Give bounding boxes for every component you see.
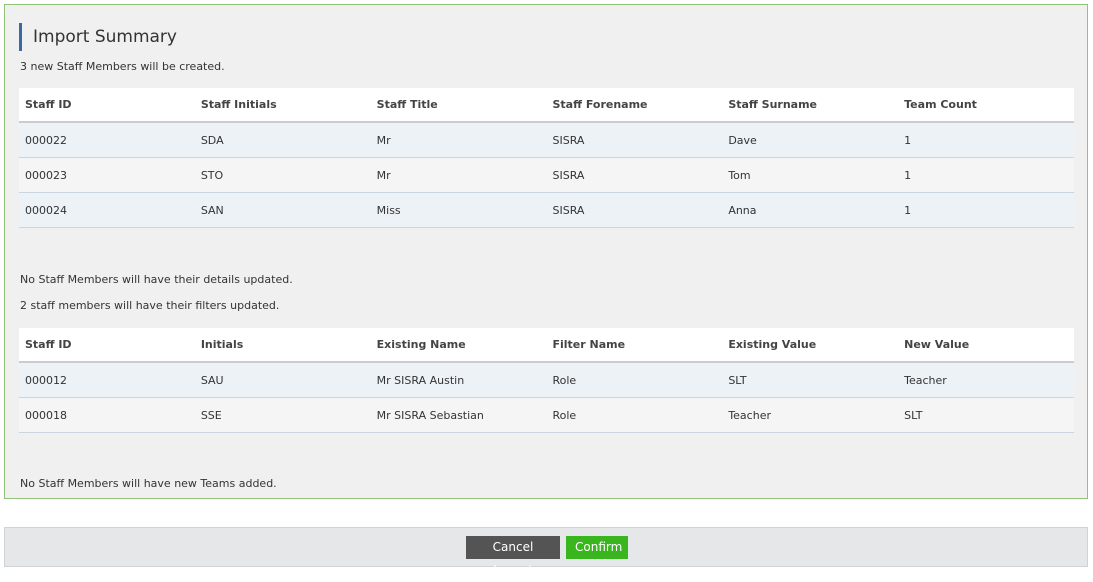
cell-initials: SAU: [194, 362, 371, 398]
new-staff-table: Staff ID Staff Initials Staff Title Staf…: [19, 88, 1074, 228]
cell-staff-forename: SISRA: [546, 122, 723, 158]
cell-existing-value: Teacher: [722, 397, 899, 433]
cell-staff-title: Mr: [370, 157, 547, 193]
cell-existing-name: Mr SISRA Sebastian: [370, 397, 547, 433]
table-row: 000018 SSE Mr SISRA Sebastian Role Teach…: [19, 397, 1074, 433]
table-row: 000022 SDA Mr SISRA Dave 1: [19, 122, 1074, 158]
table-row: 000024 SAN Miss SISRA Anna 1: [19, 192, 1074, 228]
cell-staff-forename: SISRA: [546, 192, 723, 228]
cell-staff-id: 000023: [19, 157, 195, 193]
cell-new-value: Teacher: [898, 362, 1074, 398]
column-header-staff-id[interactable]: Staff ID: [19, 88, 195, 123]
cell-filter-name: Role: [546, 362, 723, 398]
column-header-staff-forename[interactable]: Staff Forename: [546, 88, 723, 123]
action-bar: Cancel Import Confirm: [4, 527, 1088, 577]
cancel-import-button[interactable]: Cancel Import: [466, 536, 560, 577]
cell-staff-surname: Dave: [722, 122, 899, 158]
created-note: 3 new Staff Members will be created.: [20, 60, 225, 73]
column-header-existing-value[interactable]: Existing Value: [722, 328, 899, 363]
column-header-filter-name[interactable]: Filter Name: [546, 328, 723, 363]
cell-staff-id: 000024: [19, 192, 195, 228]
cell-staff-initials: STO: [194, 157, 371, 193]
column-header-existing-name[interactable]: Existing Name: [370, 328, 547, 363]
cell-staff-surname: Tom: [722, 157, 899, 193]
cell-staff-surname: Anna: [722, 192, 899, 228]
table-row: 000012 SAU Mr SISRA Austin Role SLT Teac…: [19, 362, 1074, 398]
cell-staff-title: Mr: [370, 122, 547, 158]
page-title: Import Summary: [19, 23, 177, 51]
cell-staff-id: 000022: [19, 122, 195, 158]
cell-staff-initials: SAN: [194, 192, 371, 228]
import-summary-panel: Import Summary 3 new Staff Members will …: [4, 4, 1088, 499]
cell-existing-value: SLT: [722, 362, 899, 398]
column-header-initials[interactable]: Initials: [194, 328, 371, 363]
cell-staff-forename: SISRA: [546, 157, 723, 193]
cell-staff-initials: SDA: [194, 122, 371, 158]
column-header-staff-id[interactable]: Staff ID: [19, 328, 195, 363]
column-header-staff-initials[interactable]: Staff Initials: [194, 88, 371, 123]
column-header-staff-surname[interactable]: Staff Surname: [722, 88, 899, 123]
filter-update-table: Staff ID Initials Existing Name Filter N…: [19, 328, 1074, 433]
filters-note: 2 staff members will have their filters …: [20, 299, 280, 312]
table-header-row: Staff ID Staff Initials Staff Title Staf…: [19, 88, 1074, 123]
cell-new-value: SLT: [898, 397, 1074, 433]
column-header-staff-title[interactable]: Staff Title: [370, 88, 547, 123]
cell-staff-id: 000018: [19, 397, 195, 433]
cell-team-count: 1: [898, 157, 1074, 193]
table-header-row: Staff ID Initials Existing Name Filter N…: [19, 328, 1074, 363]
confirm-button[interactable]: Confirm: [566, 536, 628, 559]
cell-team-count: 1: [898, 192, 1074, 228]
cell-team-count: 1: [898, 122, 1074, 158]
cell-existing-name: Mr SISRA Austin: [370, 362, 547, 398]
table-row: 000023 STO Mr SISRA Tom 1: [19, 157, 1074, 193]
cell-staff-title: Miss: [370, 192, 547, 228]
details-note: No Staff Members will have their details…: [20, 273, 293, 286]
column-header-team-count[interactable]: Team Count: [898, 88, 1074, 123]
cell-staff-id: 000012: [19, 362, 195, 398]
cell-initials: SSE: [194, 397, 371, 433]
teams-note: No Staff Members will have new Teams add…: [20, 477, 277, 490]
column-header-new-value[interactable]: New Value: [898, 328, 1074, 363]
cell-filter-name: Role: [546, 397, 723, 433]
